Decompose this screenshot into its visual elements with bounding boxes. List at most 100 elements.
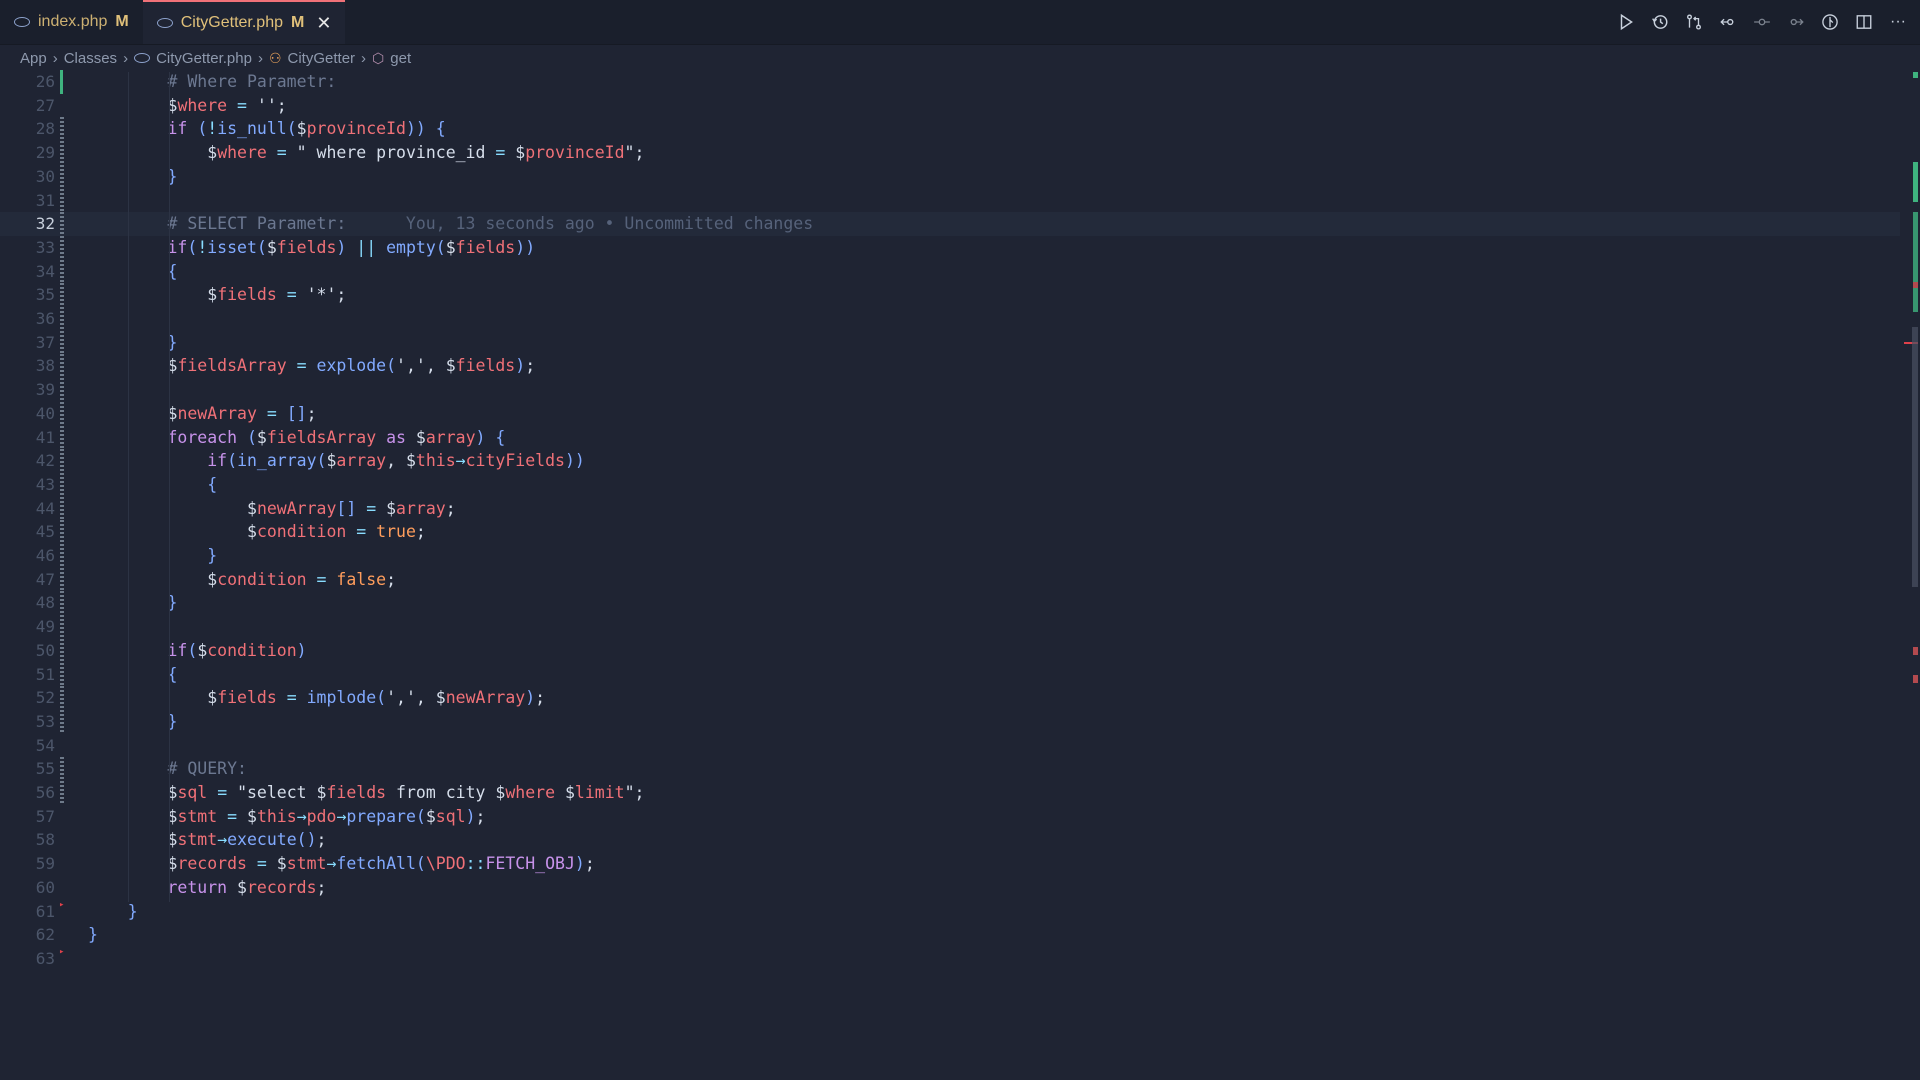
modified-line-marker[interactable] — [60, 662, 64, 687]
line-number[interactable]: 37 — [0, 331, 55, 355]
code-line[interactable]: 34 { — [0, 259, 1900, 284]
code-line[interactable]: 63 ▸ — [0, 947, 1900, 971]
line-number[interactable]: 38 — [0, 354, 55, 378]
line-number[interactable]: 27 — [0, 94, 55, 118]
modified-line-marker[interactable] — [60, 378, 64, 402]
code-line[interactable]: 51 { — [0, 662, 1900, 687]
deleted-line-marker[interactable]: ▸ — [59, 894, 64, 918]
line-number[interactable]: 59 — [0, 852, 55, 876]
split-editor-icon[interactable] — [1854, 12, 1874, 32]
compare-icon[interactable] — [1684, 12, 1704, 32]
line-number[interactable]: 47 — [0, 568, 55, 592]
modified-line-marker[interactable] — [60, 188, 64, 213]
breadcrumb-item-classes[interactable]: Classes — [64, 50, 117, 67]
code-line[interactable]: 30 } — [0, 164, 1900, 189]
code-line[interactable]: 47 $condition = false; — [0, 567, 1900, 592]
code-line[interactable]: 43 { — [0, 472, 1900, 497]
modified-line-marker[interactable] — [60, 117, 64, 142]
modified-line-marker[interactable] — [60, 638, 64, 663]
previous-change-icon[interactable] — [1752, 12, 1772, 32]
modified-line-marker[interactable] — [60, 567, 64, 592]
code-line[interactable]: 57 $stmt = $this→pdo→prepare($sql); — [0, 805, 1900, 829]
line-number[interactable]: 26 — [0, 70, 55, 94]
line-number[interactable]: 57 — [0, 805, 55, 829]
modified-line-marker[interactable] — [60, 781, 64, 805]
code-line[interactable]: 54 — [0, 734, 1900, 758]
code-line[interactable]: 26 # Where Parametr: — [0, 70, 1900, 94]
code-line[interactable]: 33 if(!isset($fields) || empty($fields)) — [0, 235, 1900, 260]
code-line[interactable]: 49 — [0, 615, 1900, 639]
modified-line-marker[interactable] — [60, 709, 64, 734]
code-line[interactable]: 28 if (!is_null($provinceId)) { — [0, 117, 1900, 142]
line-number[interactable]: 63 — [0, 947, 55, 971]
code-line[interactable]: 48 } — [0, 591, 1900, 616]
line-number[interactable]: 34 — [0, 260, 55, 284]
modified-line-marker[interactable] — [60, 330, 64, 355]
modified-line-marker[interactable] — [60, 259, 64, 284]
line-number[interactable]: 51 — [0, 663, 55, 687]
modified-line-marker[interactable] — [60, 472, 64, 497]
code-line[interactable]: 59 $records = $stmt→fetchAll(\PDO::FETCH… — [0, 852, 1900, 876]
line-number[interactable]: 62 — [0, 923, 55, 947]
code-line[interactable]: 36 — [0, 307, 1900, 331]
modified-line-marker[interactable] — [60, 496, 64, 521]
line-number[interactable]: 32 — [0, 212, 55, 236]
code-line[interactable]: 45 $condition = true; — [0, 520, 1900, 544]
code-line[interactable]: 29 $where = " where province_id = $provi… — [0, 141, 1900, 165]
tab-index-php[interactable]: index.php M — [0, 0, 143, 44]
line-number[interactable]: 55 — [0, 757, 55, 781]
line-number[interactable]: 36 — [0, 307, 55, 331]
line-number[interactable]: 35 — [0, 283, 55, 307]
line-number[interactable]: 58 — [0, 828, 55, 852]
modified-line-marker[interactable] — [60, 591, 64, 616]
more-actions-icon[interactable]: ··· — [1888, 12, 1908, 32]
code-line[interactable]: 27 $where = ''; — [0, 94, 1900, 118]
modified-line-marker[interactable] — [60, 307, 64, 331]
line-number[interactable]: 43 — [0, 473, 55, 497]
line-number[interactable]: 48 — [0, 591, 55, 615]
code-line[interactable]: 40 $newArray = []; — [0, 401, 1900, 426]
line-number[interactable]: 28 — [0, 117, 55, 141]
breadcrumb-item-file[interactable]: CityGetter.php — [134, 50, 252, 67]
line-number[interactable]: 61 — [0, 900, 55, 924]
editor-scrollbar[interactable] — [1904, 72, 1920, 1080]
modified-line-marker[interactable] — [60, 401, 64, 426]
code-line[interactable]: 44 $newArray[] = $array; — [0, 496, 1900, 521]
modified-line-marker[interactable] — [60, 757, 64, 781]
close-icon[interactable]: ✕ — [316, 13, 331, 34]
code-line[interactable]: 50 if($condition) — [0, 638, 1900, 663]
line-number[interactable]: 31 — [0, 189, 55, 213]
modified-line-marker[interactable] — [60, 235, 64, 260]
revert-icon[interactable] — [1718, 12, 1738, 32]
line-number[interactable]: 42 — [0, 449, 55, 473]
breadcrumb-item-app[interactable]: App — [20, 50, 47, 67]
code-line[interactable]: 52 $fields = implode(',', $newArray); — [0, 686, 1900, 710]
code-line[interactable]: 35 $fields = '*'; — [0, 283, 1900, 307]
code-line[interactable]: 46 } — [0, 544, 1900, 568]
code-line[interactable]: 41 foreach ($fieldsArray as $array) { — [0, 425, 1900, 450]
modified-line-marker[interactable] — [60, 449, 64, 473]
added-line-marker[interactable] — [60, 70, 63, 94]
line-number[interactable]: 39 — [0, 378, 55, 402]
history-icon[interactable] — [1650, 12, 1670, 32]
code-line[interactable]: 58 $stmt→execute(); — [0, 828, 1900, 852]
git-lens-icon[interactable] — [1820, 12, 1840, 32]
modified-line-marker[interactable] — [60, 520, 64, 544]
line-number[interactable]: 54 — [0, 734, 55, 758]
line-number[interactable]: 29 — [0, 141, 55, 165]
code-line[interactable]: 55 # QUERY: — [0, 757, 1900, 781]
line-number[interactable]: 46 — [0, 544, 55, 568]
code-line[interactable]: 39 — [0, 378, 1900, 402]
line-number[interactable]: 53 — [0, 710, 55, 734]
line-number[interactable]: 33 — [0, 236, 55, 260]
tab-citygetter-php[interactable]: CityGetter.php M ✕ — [142, 0, 346, 44]
scroll-thumb[interactable] — [1912, 327, 1918, 587]
code-line[interactable]: 42 if(in_array($array, $this→cityFields)… — [0, 449, 1900, 473]
code-line[interactable]: 38 $fieldsArray = explode(',', $fields); — [0, 354, 1900, 379]
code-line[interactable]: 61 ▸ } — [0, 900, 1900, 924]
modified-line-marker[interactable] — [60, 164, 64, 189]
line-number[interactable]: 30 — [0, 165, 55, 189]
line-number[interactable]: 45 — [0, 520, 55, 544]
modified-line-marker[interactable] — [60, 212, 64, 236]
line-number[interactable]: 56 — [0, 781, 55, 805]
